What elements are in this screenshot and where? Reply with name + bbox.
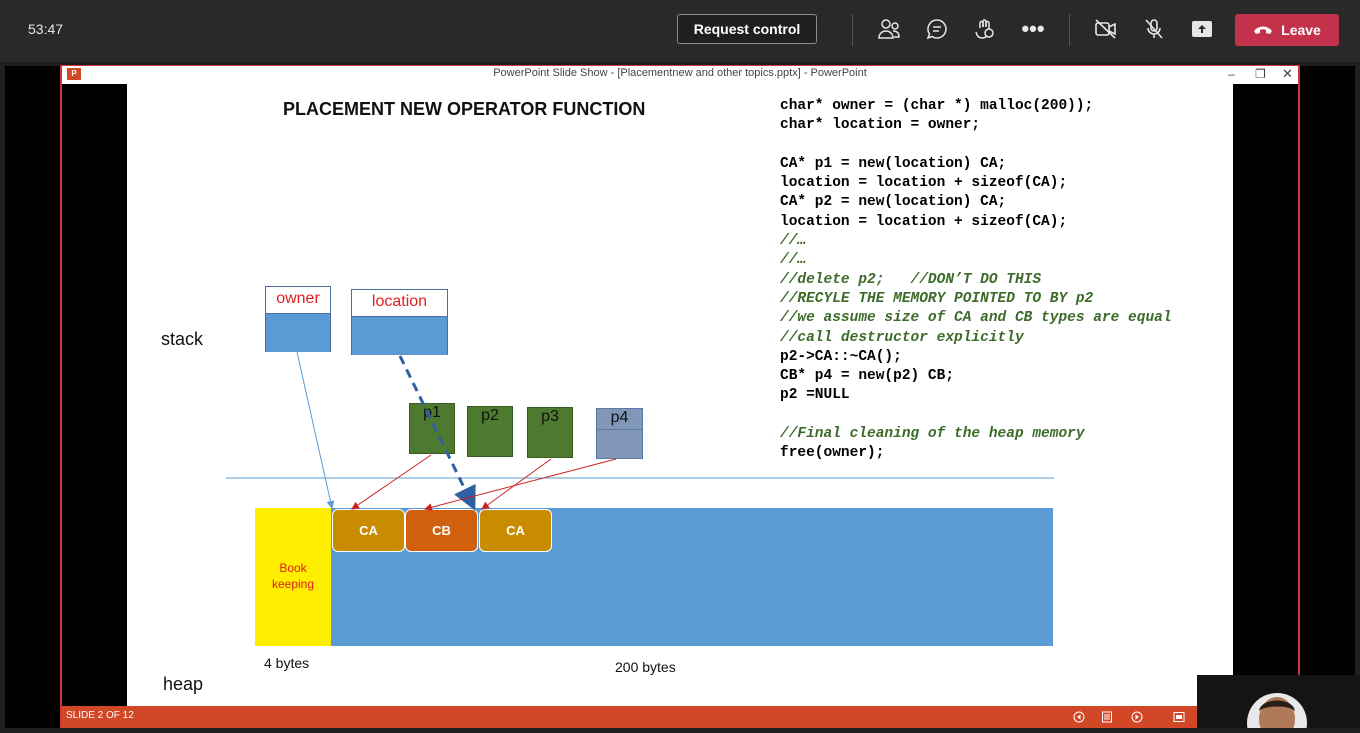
- participant-avatar: [1247, 693, 1307, 733]
- diagram-arrows: [226, 351, 1054, 512]
- slide-menu-icon[interactable]: [1100, 710, 1114, 724]
- slideshow-status-bar: SLIDE 2 OF 12: [62, 706, 1198, 728]
- slide-number: SLIDE 2 OF 12: [66, 710, 134, 721]
- owner-arrow: [296, 351, 335, 509]
- participant-video-tile[interactable]: [1197, 675, 1360, 733]
- slide-view-icon[interactable]: [1172, 710, 1186, 724]
- next-slide-icon[interactable]: [1130, 710, 1144, 724]
- location-arrow: [398, 355, 476, 511]
- previous-slide-icon[interactable]: [1072, 710, 1086, 724]
- p3-arrow: [481, 458, 552, 510]
- p1-arrow: [351, 454, 432, 510]
